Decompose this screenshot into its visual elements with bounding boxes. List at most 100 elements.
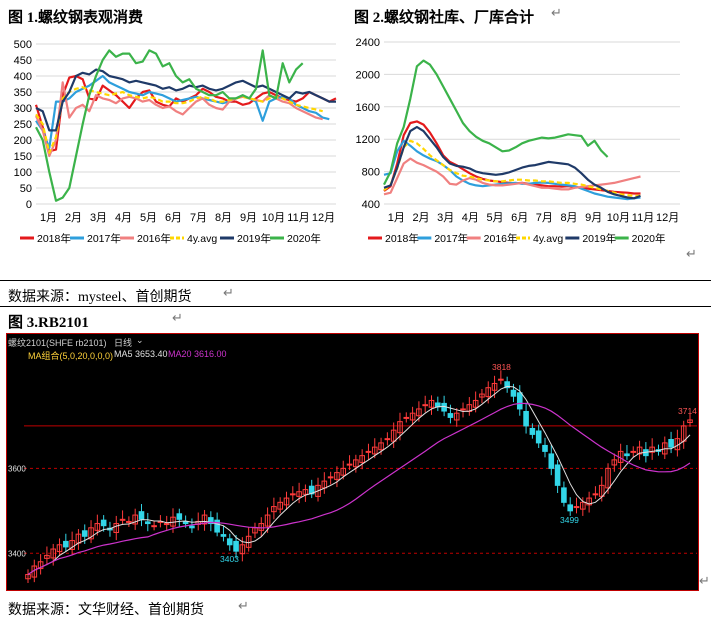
candle-body [630, 450, 637, 453]
legend-label: 2018年 [385, 232, 419, 245]
candle-body [189, 525, 195, 529]
legend-label: 2018年 [37, 232, 71, 245]
return-mark-icon: ↵ [551, 6, 562, 21]
candle-body [529, 427, 536, 435]
fig2-title: 图 2.螺纹钢社库、厂库合计 [354, 10, 535, 26]
candle-body [592, 493, 599, 496]
candle-body [567, 504, 574, 512]
x-tick-label: 3月 [90, 212, 107, 224]
y-tick-label: 500 [14, 39, 32, 51]
candle-body [542, 444, 548, 452]
price-annotation: 3499 [560, 515, 579, 525]
return-mark-icon: ↵ [699, 574, 710, 589]
fig3-title: 图 3.RB2101 [8, 315, 89, 331]
candle-body [384, 438, 391, 441]
series-line [35, 49, 304, 202]
candle-body [226, 538, 233, 546]
x-tick-label: 3月 [437, 212, 454, 224]
candle-body [498, 378, 504, 381]
legend-label: 2020年 [632, 232, 666, 245]
candle-body [233, 540, 239, 552]
candle-body [163, 523, 170, 526]
y-tick-label: 400 [362, 199, 380, 211]
series-line [383, 125, 641, 200]
y-tick-label: 1600 [356, 102, 380, 114]
legend-label: 2020年 [287, 232, 321, 245]
source-note-1: 数据来源：mysteel、首创期货 [8, 290, 192, 305]
candle-body [100, 519, 107, 527]
y-tick-label: 1200 [356, 134, 380, 146]
plot-frame [6, 333, 699, 591]
y-tick-label: 2400 [356, 37, 380, 49]
candle-body [548, 453, 555, 469]
candle-body [176, 513, 183, 520]
x-tick-label: 8月 [215, 212, 232, 224]
return-mark-icon: ↵ [238, 599, 249, 614]
legend-label: 2016年 [484, 232, 518, 245]
candle-body [554, 464, 561, 486]
fig2-line-chart: 400 800 1200 1600 2000 2400 1月 2月 3月 4月 5月 6月 7月 8月 9月… [356, 37, 680, 245]
fig1-line-chart: 0 50 100 150 200 250 300 350 400 450 500 1月 2月 3月 4月 5月… [14, 39, 337, 245]
kline-plot: 3400 3600 3818 3714 3403 3499 [6, 333, 699, 591]
x-tick-label: 8月 [560, 212, 577, 224]
candle-body [138, 511, 145, 520]
candle-body [668, 438, 674, 448]
x-tick-label: 2月 [412, 212, 429, 224]
x-tick-label: 11月 [632, 212, 654, 224]
candle-body [516, 392, 523, 410]
candle-body [460, 408, 466, 411]
x-tick-label: 5月 [140, 212, 157, 224]
y-tick-label: 400 [14, 71, 32, 83]
legend-label: 2016年 [137, 232, 171, 245]
candle-body [523, 410, 529, 427]
source-note-2: 数据来源：文华财经、首创期货 [8, 603, 204, 618]
legend-label: 4y.avg [187, 233, 217, 245]
price-annotation: 3818 [492, 362, 511, 372]
fig1-title: 图 1.螺纹钢表观消费 [8, 10, 144, 26]
price-tick-label: 3400 [8, 549, 26, 558]
x-tick-label: 4月 [462, 212, 479, 224]
ma20-line [27, 402, 691, 575]
candle-body [182, 521, 189, 525]
price-annotation: 3403 [220, 554, 239, 564]
divider [0, 306, 711, 307]
y-tick-label: 250 [14, 119, 32, 131]
return-mark-icon: ↵ [223, 286, 234, 301]
candle-body [214, 519, 220, 533]
candle-body [119, 518, 126, 521]
candle-body [573, 506, 580, 509]
candle-body [447, 413, 454, 418]
y-tick-label: 0 [26, 199, 32, 211]
candle-body [535, 430, 542, 444]
candle-body [510, 389, 517, 397]
x-tick-label: 7月 [536, 212, 553, 224]
x-tick-label: 9月 [585, 212, 602, 224]
candle-body [290, 493, 296, 496]
y-tick-label: 150 [14, 151, 32, 163]
x-tick-label: 7月 [190, 212, 207, 224]
legend-label: 2019年 [237, 232, 271, 245]
ma5-line [27, 385, 691, 575]
x-tick-label: 12月 [656, 212, 679, 224]
candle-body [220, 534, 227, 537]
candle-body [151, 525, 157, 528]
price-annotation: 3714 [678, 406, 697, 416]
x-tick-label: 1月 [40, 212, 57, 224]
x-tick-label: 6月 [511, 212, 528, 224]
fig3-candlestick-chart: 螺纹2101(SHFE rb2101) 日线 ⌄ MA组合(5,0,20,0,0… [6, 333, 699, 591]
x-tick-label: 6月 [165, 212, 182, 224]
y-tick-label: 200 [14, 135, 32, 147]
x-tick-label: 10月 [607, 212, 630, 224]
x-tick-label: 11月 [287, 212, 309, 224]
y-tick-label: 50 [20, 183, 32, 195]
x-tick-label: 2月 [65, 212, 82, 224]
x-tick-label: 9月 [240, 212, 257, 224]
candle-body [81, 530, 88, 537]
x-tick-label: 12月 [312, 212, 335, 224]
fig1-chart: 0 50 100 150 200 250 300 350 400 450 500 1月 2月 3月 4月 5月… [6, 28, 346, 264]
y-tick-label: 450 [14, 55, 32, 67]
y-tick-label: 350 [14, 87, 32, 99]
y-tick-label: 800 [362, 167, 380, 179]
return-mark-icon: ↵ [172, 311, 183, 326]
price-tick-label: 3600 [8, 464, 26, 473]
